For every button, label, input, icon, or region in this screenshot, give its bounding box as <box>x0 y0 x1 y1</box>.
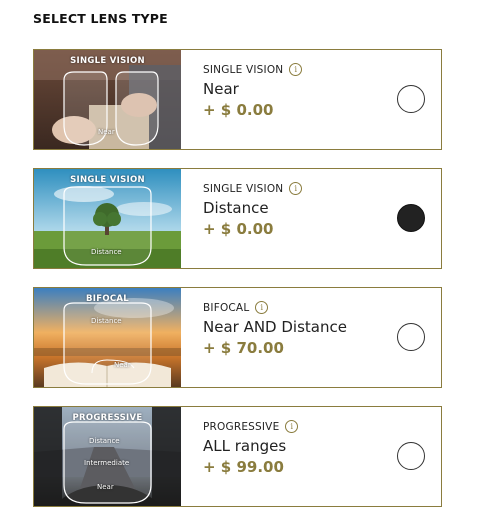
page-title: SELECT LENS TYPE <box>33 11 168 26</box>
lens-image-label: PROGRESSIVE <box>72 413 143 423</box>
lens-price: + $ 0.00 <box>203 101 274 119</box>
lens-option-bifocal[interactable]: BIFOCAL Distance Near BIFOCAL i Near AND… <box>33 287 442 388</box>
lens-category: PROGRESSIVE <box>203 420 280 433</box>
zone-label-distance: Distance <box>91 248 122 256</box>
lens-option-near[interactable]: SINGLE VISION Near SINGLE VISION i Near … <box>33 49 442 150</box>
info-icon[interactable]: i <box>289 182 303 195</box>
lens-category: SINGLE VISION <box>203 63 284 76</box>
lens-image-distance: SINGLE VISION Distance <box>34 169 181 268</box>
lens-price: + $ 0.00 <box>203 220 274 238</box>
select-radio-near[interactable] <box>397 85 425 113</box>
info-icon[interactable]: i <box>289 63 303 76</box>
lens-name: Near AND Distance <box>203 318 347 336</box>
zone-label-distance: Distance <box>89 437 120 445</box>
lens-price: + $ 99.00 <box>203 458 284 476</box>
zone-label-distance: Distance <box>91 317 122 325</box>
zone-label-intermediate: Intermediate <box>84 459 130 467</box>
info-icon[interactable]: i <box>255 301 269 314</box>
select-radio-bifocal[interactable] <box>397 323 425 351</box>
lens-image-label: BIFOCAL <box>85 294 129 304</box>
lens-image-near: SINGLE VISION Near <box>34 50 181 149</box>
lens-name: Distance <box>203 199 269 217</box>
select-radio-progressive[interactable] <box>397 442 425 470</box>
lens-price: + $ 70.00 <box>203 339 284 357</box>
select-radio-distance[interactable] <box>397 204 425 232</box>
lens-image-bifocal: BIFOCAL Distance Near <box>34 288 181 387</box>
lens-option-progressive[interactable]: PROGRESSIVE Distance Intermediate Near P… <box>33 406 442 507</box>
info-icon[interactable]: i <box>285 420 299 433</box>
lens-image-label: SINGLE VISION <box>70 56 145 66</box>
lens-name: ALL ranges <box>203 437 287 455</box>
lens-image-label: SINGLE VISION <box>70 175 145 185</box>
lens-category: SINGLE VISION <box>203 182 284 195</box>
lens-category: BIFOCAL <box>203 301 250 314</box>
zone-label-near: Near <box>97 483 114 491</box>
lens-option-distance[interactable]: SINGLE VISION Distance SINGLE VISION i D… <box>33 168 442 269</box>
zone-label-near: Near <box>114 361 131 369</box>
zone-label-near: Near <box>98 128 115 136</box>
lens-image-progressive: PROGRESSIVE Distance Intermediate Near <box>34 407 181 506</box>
lens-name: Near <box>203 80 239 98</box>
